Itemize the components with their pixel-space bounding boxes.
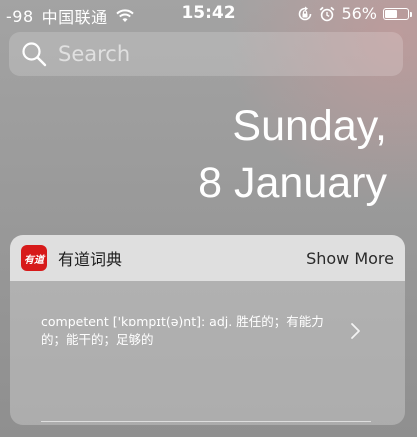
- battery-percent: 56%: [341, 4, 377, 23]
- search-icon: [22, 42, 47, 67]
- divider: [41, 421, 371, 422]
- alarm-clock-icon: [320, 6, 335, 21]
- widget-title: 有道词典: [58, 250, 123, 269]
- rotation-lock-icon: [299, 6, 312, 20]
- date-label: 8 January: [198, 159, 387, 207]
- widget-body[interactable]: competent ['kɒmpɪt(ə)nt]: adj. 胜任的；有能力的；…: [10, 281, 405, 425]
- youdao-app-icon[interactable]: 有道: [21, 245, 47, 271]
- widget-header: 有道 有道词典 Show More: [10, 235, 405, 281]
- battery-fill: [385, 9, 397, 18]
- date-display: Sunday, 8 January: [198, 98, 387, 212]
- weekday-label: Sunday,: [232, 102, 387, 150]
- status-right: 56%: [297, 4, 412, 23]
- search-input[interactable]: [56, 41, 380, 67]
- chevron-right-icon[interactable]: [349, 321, 363, 341]
- youdao-dictionary-widget: 有道 有道词典 Show More competent ['kɒmpɪt(ə)n…: [10, 235, 405, 425]
- word-definition[interactable]: competent ['kɒmpɪt(ə)nt]: adj. 胜任的；有能力的；…: [41, 313, 341, 349]
- search-bar[interactable]: [9, 32, 403, 76]
- show-more-button[interactable]: Show More: [306, 249, 394, 268]
- status-bar: -98 中国联通 15:42 56%: [0, 0, 417, 30]
- battery-icon: [383, 7, 412, 20]
